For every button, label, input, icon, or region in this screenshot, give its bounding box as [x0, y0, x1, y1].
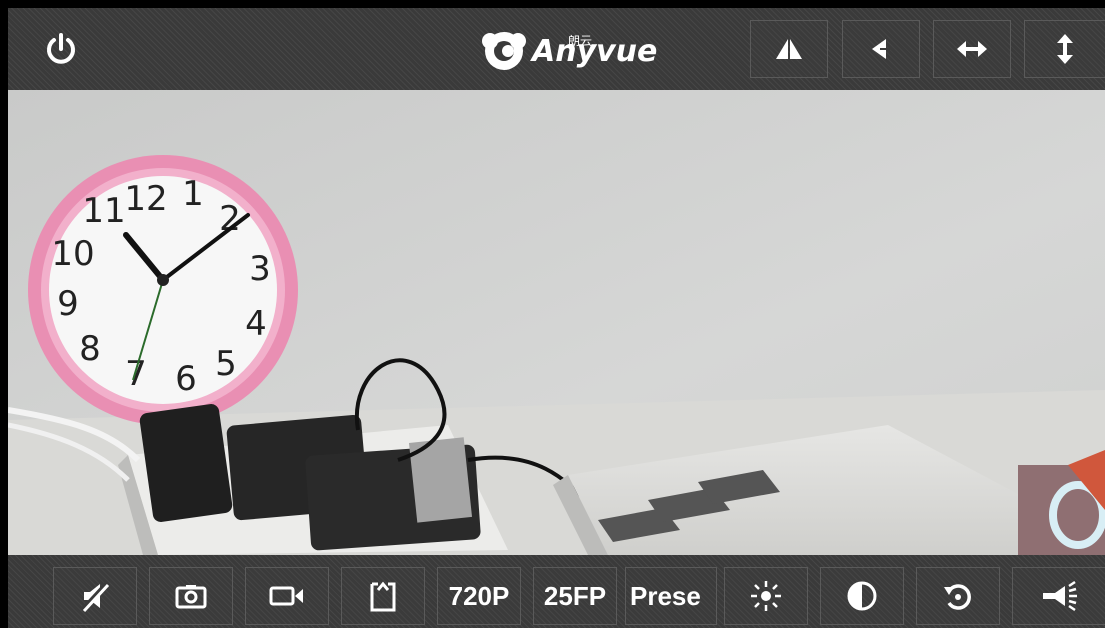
top-toolbar: Anyvue 朗云 — [8, 8, 1105, 90]
spotlight-icon — [1043, 580, 1077, 612]
flip-icon — [776, 39, 802, 59]
svg-text:1: 1 — [182, 174, 204, 214]
brand-logo: Anyvue 朗云 — [480, 26, 657, 76]
rotate-button[interactable] — [916, 567, 1000, 625]
camera-icon — [175, 585, 207, 609]
camera-video-feed[interactable]: 12 1 2 3 4 5 6 7 8 9 10 11 — [8, 90, 1105, 555]
contrast-button[interactable] — [820, 567, 904, 625]
fps-label: 25FP — [543, 580, 607, 611]
resolution-label: 720P — [448, 580, 510, 611]
rotate-icon — [944, 584, 971, 610]
svg-text:6: 6 — [175, 359, 197, 399]
upload-frame-icon — [370, 581, 396, 612]
fps-button[interactable]: 25FP — [533, 567, 617, 625]
anyvue-cloud-icon — [482, 32, 526, 70]
pan-vertical-button[interactable] — [1024, 20, 1105, 78]
power-icon — [47, 33, 75, 64]
brand-name-cn: 朗云 — [568, 34, 593, 48]
brand-name: Anyvue — [532, 33, 658, 69]
svg-text:10: 10 — [51, 234, 94, 274]
brightness-icon — [751, 581, 781, 611]
pan-horizontal-button[interactable] — [933, 20, 1011, 78]
talk-button[interactable] — [341, 567, 425, 625]
svg-text:8: 8 — [79, 329, 101, 369]
mute-button[interactable] — [53, 567, 137, 625]
bottom-toolbar: 720P 25FP Prese — [8, 555, 1105, 628]
light-button[interactable] — [1012, 567, 1105, 625]
resolution-button[interactable]: 720P — [437, 567, 521, 625]
speaker-mute-icon — [80, 581, 110, 613]
preset-label: Prese — [630, 580, 701, 611]
mirror-icon — [872, 39, 890, 59]
camera-scene: 12 1 2 3 4 5 6 7 8 9 10 11 — [8, 90, 1105, 555]
snapshot-button[interactable] — [149, 567, 233, 625]
svg-text:4: 4 — [245, 304, 267, 344]
camera-viewer: Anyvue 朗云 12 1 2 3 4 5 6 7 8 9 10 11 720… — [0, 0, 1105, 628]
video-camera-icon — [269, 586, 303, 606]
svg-text:7: 7 — [125, 354, 147, 394]
pan-horizontal-icon — [957, 41, 987, 57]
brightness-button[interactable] — [724, 567, 808, 625]
svg-text:3: 3 — [249, 249, 271, 289]
wall-clock: 12 1 2 3 4 5 6 7 8 9 10 11 — [28, 155, 298, 425]
svg-text:9: 9 — [57, 284, 79, 324]
svg-text:12: 12 — [124, 179, 167, 219]
svg-text:11: 11 — [82, 191, 125, 231]
record-button[interactable] — [245, 567, 329, 625]
preset-button[interactable]: Prese — [625, 567, 717, 625]
pan-vertical-icon — [1057, 34, 1073, 64]
svg-text:5: 5 — [215, 344, 237, 384]
mirror-button[interactable] — [842, 20, 920, 78]
power-button[interactable] — [36, 24, 86, 74]
flip-button[interactable] — [750, 20, 828, 78]
contrast-icon — [847, 581, 877, 611]
